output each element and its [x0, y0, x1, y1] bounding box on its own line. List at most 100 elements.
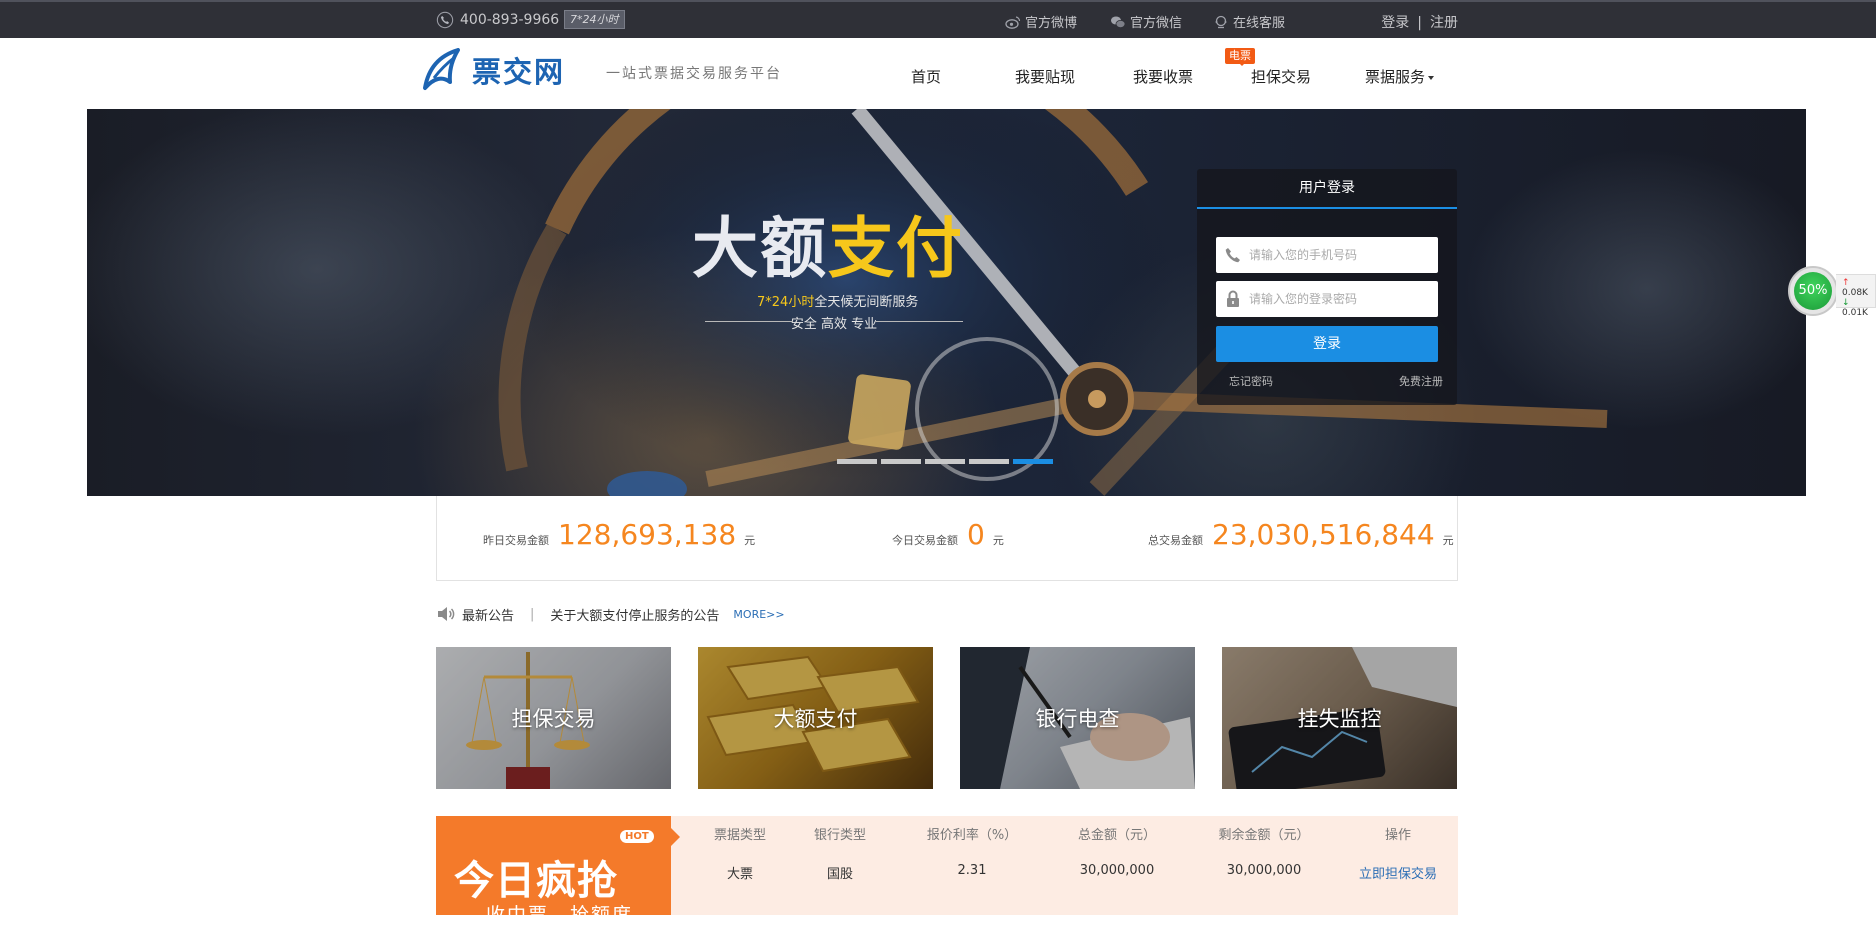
nav-collect-bills[interactable]: 我要收票: [1133, 66, 1193, 87]
trade-stats: 昨日交易金额 128,693,138 元 今日交易金额 0 元 总交易金额 23…: [436, 496, 1458, 581]
announcement-text[interactable]: 关于大额支付停止服务的公告: [550, 605, 719, 624]
wechat-link[interactable]: 官方微信: [1110, 12, 1182, 31]
hero-title-main: 大额: [692, 210, 828, 287]
phone-input[interactable]: [1247, 247, 1427, 263]
weibo-icon: [1005, 15, 1021, 29]
login-links: 忘记密码 免费注册: [1229, 373, 1443, 389]
service-card-label: 银行电查: [1035, 707, 1120, 731]
stat-label: 昨日交易金额: [483, 534, 549, 547]
cell-rate: 2.31: [957, 863, 987, 878]
stat-label: 今日交易金额: [892, 534, 958, 547]
hero-title-highlight: 支付: [828, 210, 964, 287]
site-logo[interactable]: 票交网: [422, 48, 565, 92]
hotline-number: 400-893-9966: [460, 12, 560, 28]
more-link[interactable]: MORE>>: [733, 608, 784, 621]
hot-deals-banner: HOT 今日疯抢 收中票、抢额度: [436, 816, 680, 926]
weibo-link[interactable]: 官方微博: [1005, 12, 1077, 31]
service-card-large-payment[interactable]: 大额支付: [698, 647, 933, 789]
nav-bill-services-label: 票据服务: [1365, 68, 1426, 86]
hot-badge: HOT: [620, 830, 654, 843]
percent-value: 50%: [1794, 272, 1832, 310]
speaker-icon: [438, 607, 455, 621]
login-button[interactable]: 登录: [1216, 326, 1438, 362]
top-login-link[interactable]: 登录: [1381, 15, 1409, 31]
stat-unit: 元: [1442, 534, 1454, 547]
wechat-label: 官方微信: [1130, 16, 1183, 31]
wechat-icon: [1111, 16, 1126, 28]
stat-total: 总交易金额 23,030,516,844 元: [1148, 518, 1454, 551]
caret-down-icon: [1428, 75, 1435, 80]
col-header-rate: 报价利率（%）: [926, 828, 1018, 843]
hot-deals-section: HOT 今日疯抢 收中票、抢额度 票据类型 银行类型 报价利率（%） 总金额（元…: [436, 816, 1458, 926]
lock-icon: [1227, 290, 1239, 307]
stat-unit: 元: [744, 534, 756, 547]
hero-tagline: 安全 高效 专业: [705, 313, 963, 332]
auth-links: 登录 | 注册: [1381, 12, 1458, 32]
cell-total: 30,000,000: [1079, 863, 1155, 878]
stat-yesterday: 昨日交易金额 128,693,138 元: [483, 518, 755, 551]
hero-subtitle-text: 全天候无间断服务: [814, 295, 919, 310]
banner-watch-image: [498, 109, 1608, 496]
service-card-label: 大额支付: [773, 707, 858, 731]
stat-value: 23,030,516,844: [1212, 518, 1435, 551]
download-speed: 0.01K: [1842, 308, 1868, 318]
login-title: 用户登录: [1197, 169, 1457, 209]
hotline: 400-893-9966: [436, 11, 559, 29]
hero-subtitle-highlight: 7*24小时: [757, 295, 815, 310]
support-icon: [1215, 15, 1227, 28]
percent-ring: 50%: [1788, 266, 1838, 316]
site-header: 票交网 一站式票据交易服务平台 首页 我要贴现 我要收票 电票 担保交易 票据服…: [0, 38, 1876, 109]
carousel-indicators: [837, 459, 1057, 464]
hero-title: 大额支付: [692, 195, 964, 291]
top-bar: 400-893-9966 7*24小时 官方微博 官方微信 在线客服 登录 | 注册: [0, 0, 1876, 38]
cell-bank-type: 国股: [826, 867, 853, 882]
top-register-link[interactable]: 注册: [1430, 15, 1458, 31]
nav-bill-services[interactable]: 票据服务: [1365, 66, 1435, 87]
service-card-label: 担保交易: [511, 707, 596, 731]
carousel-dot[interactable]: [837, 459, 877, 464]
col-header-remaining: 剩余金额（元）: [1218, 828, 1310, 843]
col-header-action: 操作: [1384, 828, 1411, 843]
logo-text: 票交网: [472, 55, 566, 89]
logo-mark-icon: [423, 48, 460, 90]
online-support-link[interactable]: 在线客服: [1213, 12, 1285, 31]
guarantee-trade-link[interactable]: 立即担保交易: [1348, 863, 1448, 882]
forgot-password-link[interactable]: 忘记密码: [1229, 373, 1273, 389]
free-register-link[interactable]: 免费注册: [1399, 373, 1443, 389]
col-header-bank-type: 银行类型: [813, 828, 866, 843]
cell-bill-type: 大票: [726, 867, 753, 882]
password-field[interactable]: [1216, 281, 1438, 317]
carousel-dot[interactable]: [969, 459, 1009, 464]
download-arrow-icon: ↓: [1842, 298, 1850, 308]
phone-icon: [436, 11, 454, 29]
service-card-bank-inquiry[interactable]: 银行电查: [960, 647, 1195, 789]
nav-home[interactable]: 首页: [911, 66, 941, 87]
service-card-label: 挂失监控: [1297, 707, 1382, 731]
upload-speed: 0.08K: [1842, 288, 1868, 298]
phone-icon: [1225, 248, 1240, 263]
col-header-bill-type: 票据类型: [713, 828, 766, 843]
stat-value: 128,693,138: [558, 518, 737, 551]
phone-field[interactable]: [1216, 237, 1438, 273]
carousel-dot-active[interactable]: [1013, 459, 1053, 464]
col-header-total: 总金额（元）: [1077, 828, 1156, 843]
service-card-guarantee[interactable]: 担保交易: [436, 647, 671, 789]
service-card-loss-monitoring[interactable]: 挂失监控: [1222, 647, 1457, 789]
stat-today: 今日交易金额 0 元: [892, 518, 1004, 551]
cell-remaining: 30,000,000: [1226, 863, 1302, 878]
stat-label: 总交易金额: [1148, 534, 1203, 547]
announcement-separator: |: [530, 606, 535, 622]
hot-deals-subtitle: 收中票、抢额度: [486, 904, 634, 926]
upload-arrow-icon: ↑: [1842, 278, 1850, 288]
nav-guaranteed-trade[interactable]: 担保交易: [1251, 66, 1311, 87]
nav-discount[interactable]: 我要贴现: [1015, 66, 1075, 87]
e-bill-badge: 电票: [1225, 48, 1255, 66]
carousel-dot[interactable]: [925, 459, 965, 464]
carousel-dot[interactable]: [881, 459, 921, 464]
password-input[interactable]: [1247, 291, 1427, 307]
network-widget[interactable]: 50% ↑ 0.08K ↓ 0.01K: [1788, 266, 1876, 318]
weibo-label: 官方微博: [1025, 16, 1078, 31]
announcement-label: 最新公告: [462, 608, 515, 624]
service-hours-badge: 7*24小时: [564, 10, 625, 29]
site-slogan: 一站式票据交易服务平台: [606, 66, 782, 82]
